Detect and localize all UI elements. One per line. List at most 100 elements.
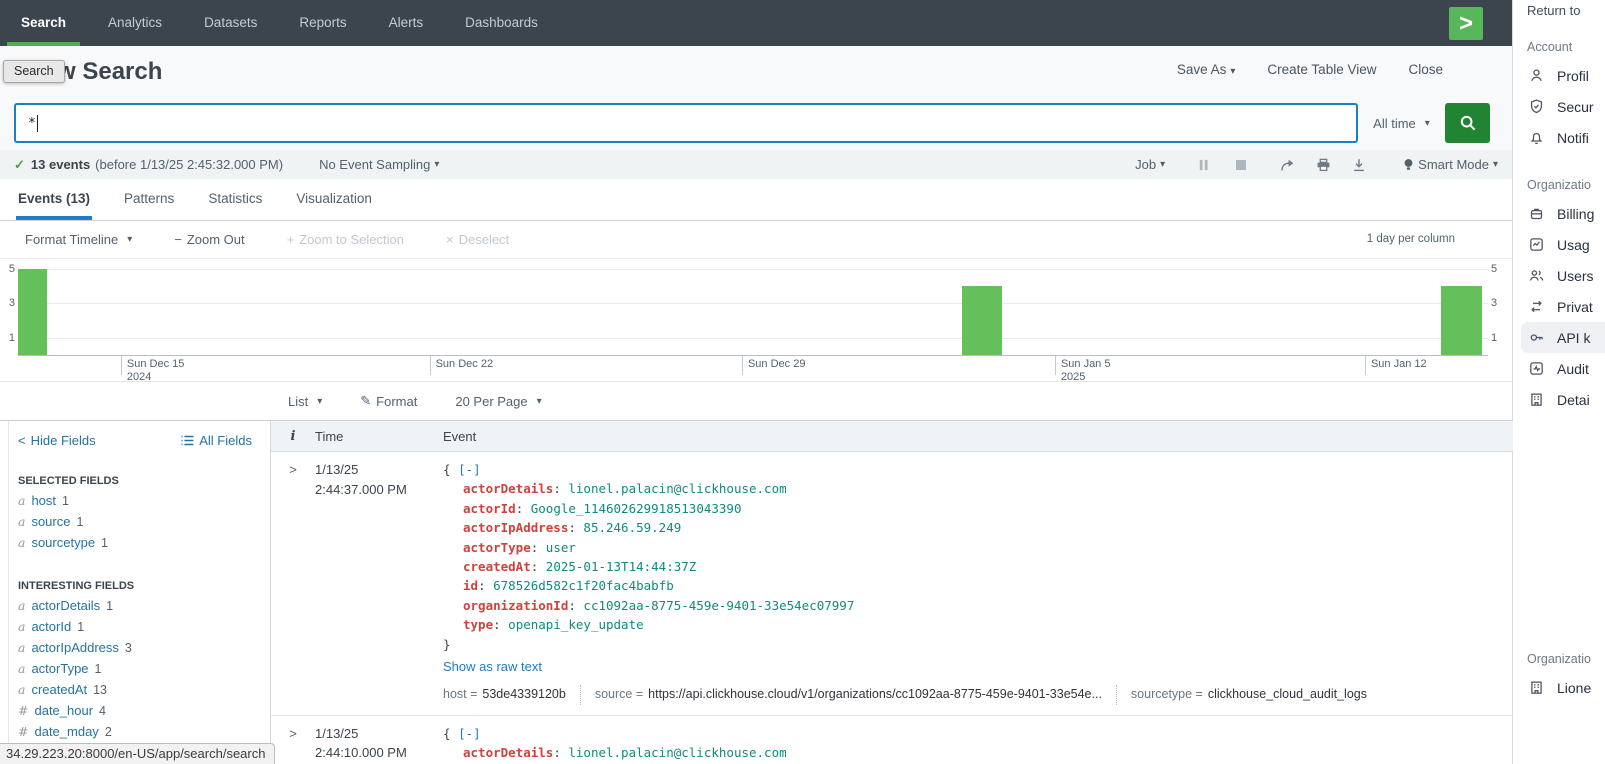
nav-item-analytics[interactable]: Analytics — [87, 0, 183, 46]
expand-event-button[interactable]: > — [271, 724, 315, 764]
settings-item-audit[interactable]: Audit — [1521, 353, 1605, 384]
field-link[interactable]: source — [31, 515, 70, 529]
job-menu[interactable]: Job▾ — [1135, 157, 1165, 172]
settings-item-api-k[interactable]: API k — [1521, 322, 1605, 353]
settings-item-notifi[interactable]: Notifi — [1521, 122, 1605, 153]
format-results-button[interactable]: ✎Format — [360, 393, 417, 409]
interesting-fields-list: aactorDetails1aactorId1aactorIpAddress3a… — [18, 599, 270, 760]
settings-section: OrganizatioLione — [1521, 652, 1605, 703]
event-meta-sourcetype[interactable]: sourcetype =clickhouse_cloud_audit_logs — [1116, 685, 1367, 704]
all-fields-button[interactable]: All Fields — [181, 433, 252, 448]
json-field-line: actorId: Google_114602629918513043390 — [443, 499, 1513, 518]
settings-item-profil[interactable]: Profil — [1521, 60, 1605, 91]
collapse-json-link[interactable]: [-] — [458, 726, 481, 741]
nav-item-reports[interactable]: Reports — [278, 0, 367, 46]
field-link[interactable]: createdAt — [31, 683, 87, 697]
event-meta-source[interactable]: source =https://api.clickhouse.cloud/v1/… — [580, 685, 1102, 704]
field-link[interactable]: actorIpAddress — [31, 641, 118, 655]
create-table-view-button[interactable]: Create Table View — [1267, 62, 1376, 77]
shield-icon — [1527, 98, 1545, 116]
settings-item-detai[interactable]: Detai — [1521, 384, 1605, 415]
share-button[interactable] — [1271, 158, 1303, 172]
settings-item-secur[interactable]: Secur — [1521, 91, 1605, 122]
timeline-bar[interactable] — [962, 286, 1002, 355]
settings-item-label: Users — [1557, 268, 1594, 284]
print-button[interactable] — [1307, 158, 1339, 172]
y-axis-tick-label: 5 — [1491, 263, 1505, 275]
settings-item-lione[interactable]: Lione — [1521, 672, 1605, 703]
hide-fields-button[interactable]: <Hide Fields — [18, 433, 96, 448]
search-input[interactable]: * — [14, 103, 1358, 143]
json-field-line: actorDetails: lionel.palacin@clickhouse.… — [443, 743, 1513, 762]
settings-section: AccountProfilSecurNotifi — [1521, 40, 1605, 153]
json-value: openapi_key_update — [508, 617, 643, 632]
event-json-cell: { [-]actorDetails: lionel.palacin@clickh… — [443, 460, 1513, 715]
search-mode-dropdown[interactable]: Smart Mode▾ — [1401, 157, 1498, 172]
format-timeline-dropdown[interactable]: Format Timeline▾ — [25, 232, 132, 247]
search-button[interactable] — [1445, 103, 1490, 143]
field-link[interactable]: date_mday — [34, 725, 98, 739]
field-count: 1 — [76, 515, 83, 529]
per-page-dropdown[interactable]: 20 Per Page▾ — [455, 394, 541, 409]
deselect-button[interactable]: ×Deselect — [446, 232, 509, 247]
list-icon — [181, 435, 194, 446]
field-link[interactable]: actorType — [31, 662, 88, 676]
nav-item-search[interactable]: Search — [0, 0, 87, 46]
zoom-out-button[interactable]: −Zoom Out — [174, 232, 244, 247]
field-link[interactable]: date_hour — [34, 704, 93, 718]
field-link[interactable]: actorDetails — [31, 599, 100, 613]
event-json-cell: { [-]actorDetails: lionel.palacin@clickh… — [443, 724, 1513, 764]
pause-job-button[interactable] — [1187, 158, 1219, 172]
tab-events-[interactable]: Events (13) — [16, 179, 92, 220]
nav-item-dashboards[interactable]: Dashboards — [444, 0, 559, 46]
collapse-json-link[interactable]: [-] — [458, 462, 481, 477]
settings-item-billing[interactable]: Billing — [1521, 198, 1605, 229]
field-link[interactable]: sourcetype — [31, 536, 95, 550]
close-button[interactable]: Close — [1408, 62, 1443, 77]
json-key: actorId — [463, 501, 516, 516]
settings-item-usag[interactable]: Usag — [1521, 229, 1605, 260]
settings-item-privat[interactable]: Privat — [1521, 291, 1605, 322]
return-to-link[interactable]: Return to — [1527, 3, 1605, 18]
settings-item-label: Lione — [1557, 680, 1591, 696]
field-link[interactable]: actorId — [31, 620, 71, 634]
json-value: cc1092aa-8775-459e-9401-33e54ec07997 — [583, 598, 854, 613]
save-as-button[interactable]: Save As▾ — [1177, 62, 1236, 77]
x-axis-tick-label: Sun Jan 52025 — [1061, 358, 1111, 384]
timeline-plot[interactable] — [18, 259, 1488, 356]
settings-sections: AccountProfilSecurNotifiOrganizatioBilli… — [1521, 40, 1605, 703]
show-as-raw-text-link[interactable]: Show as raw text — [443, 657, 1513, 676]
x-axis: Sun Dec 152024Sun Dec 22Sun Dec 29Sun Ja… — [18, 356, 1488, 383]
meta-value: clickhouse_cloud_audit_logs — [1208, 685, 1367, 704]
event-row: >1/13/252:44:10.000 PM{ [-]actorDetails:… — [271, 716, 1513, 764]
json-field-line: id: 678526d582c1f20fac4babfb — [443, 576, 1513, 595]
y-axis-tick-label: 1 — [1491, 332, 1505, 344]
nav-item-datasets[interactable]: Datasets — [183, 0, 278, 46]
event-meta-row: host =53de4339120b source =https://api.cl… — [443, 685, 1513, 704]
settings-section: Organizatio BillingUsag Users PrivatAPI kAu… — [1521, 178, 1605, 415]
event-sampling-dropdown[interactable]: No Event Sampling▾ — [319, 157, 439, 172]
nav-item-alerts[interactable]: Alerts — [368, 0, 445, 46]
timeline-bar[interactable] — [18, 269, 47, 355]
time-range-picker[interactable]: All time▾ — [1358, 103, 1445, 143]
x-axis-tick-label: Sun Jan 12 — [1371, 358, 1427, 371]
list-view-dropdown[interactable]: List▾ — [288, 394, 322, 409]
tab-visualization[interactable]: Visualization — [294, 179, 374, 220]
zoom-to-selection-button[interactable]: +Zoom to Selection — [287, 232, 404, 247]
splunk-logo-icon[interactable]: > — [1449, 7, 1483, 40]
json-open-line: { [-] — [443, 724, 1513, 743]
tab-patterns[interactable]: Patterns — [122, 179, 176, 220]
timeline-bar[interactable] — [1441, 286, 1482, 355]
section-heading: Organizatio — [1527, 178, 1605, 192]
export-download-button[interactable] — [1343, 158, 1375, 172]
page-title: w Search — [57, 58, 162, 86]
field-link[interactable]: host — [31, 494, 56, 508]
expand-event-button[interactable]: > — [271, 460, 315, 715]
chevron-down-icon: ▾ — [434, 159, 439, 170]
event-count-detail: (before 1/13/25 2:45:32.000 PM) — [95, 157, 283, 172]
tab-statistics[interactable]: Statistics — [206, 179, 264, 220]
stop-job-button[interactable] — [1225, 159, 1257, 171]
settings-item-users[interactable]: Users — [1521, 260, 1605, 291]
settings-item-label: Notifi — [1557, 130, 1589, 146]
event-meta-host[interactable]: host =53de4339120b — [443, 685, 566, 704]
